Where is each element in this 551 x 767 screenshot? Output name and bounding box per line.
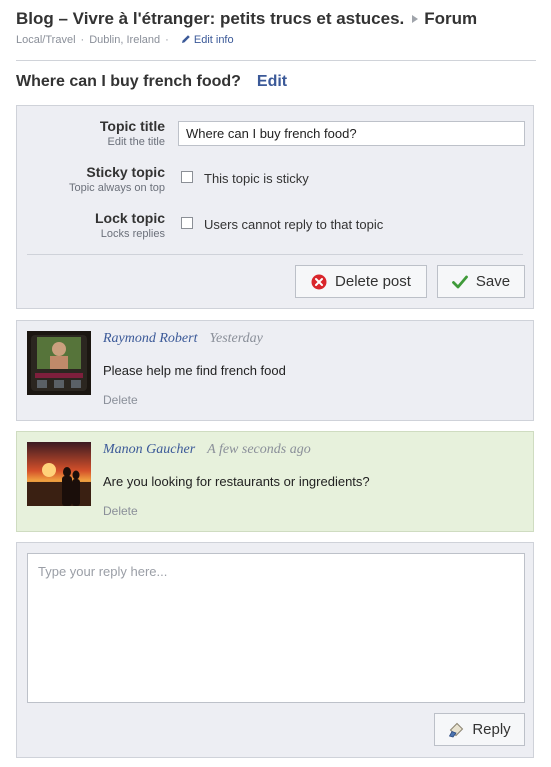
topic-heading: Where can I buy french food? Edit [16, 73, 287, 91]
post-author: Manon Gaucher A few seconds ago [103, 442, 311, 458]
panel-divider [27, 254, 523, 255]
sticky-checkbox[interactable] [181, 171, 193, 183]
post-message: Please help me find french food [103, 363, 286, 378]
edit-info-link[interactable]: Edit info [181, 34, 234, 46]
reply-icon [449, 722, 464, 737]
breadcrumb: Blog – Vivre à l'étranger: petits trucs … [16, 9, 536, 29]
reply-button[interactable]: Reply [434, 713, 525, 746]
author-link[interactable]: Raymond Robert [103, 331, 197, 346]
post-message: Are you looking for restaurants or ingre… [103, 474, 370, 489]
forum-post: Manon Gaucher A few seconds ago Are you l… [16, 431, 534, 532]
delete-post-link[interactable]: Delete [103, 504, 138, 518]
lock-checkbox-text: Users cannot reply to that topic [204, 217, 384, 232]
category-link[interactable]: Local/Travel [16, 34, 76, 46]
forum-post: Raymond Robert Yesterday Please help me f… [16, 320, 534, 421]
forum-link[interactable]: Forum [424, 9, 477, 28]
post-time: Yesterday [209, 331, 263, 346]
post-author: Raymond Robert Yesterday [103, 331, 263, 347]
edit-topic-link[interactable]: Edit [257, 73, 287, 90]
page-header: Blog – Vivre à l'étranger: petits trucs … [16, 9, 536, 46]
lock-topic-label: Lock topic Locks replies [94, 210, 165, 240]
location-link[interactable]: Dublin, Ireland [89, 34, 160, 46]
delete-post-button[interactable]: Delete post [295, 265, 427, 298]
topic-title-label: Topic title Edit the title [99, 118, 165, 148]
page-meta: Local/Travel · Dublin, Ireland · Edit info [16, 34, 234, 46]
avatar[interactable] [27, 331, 91, 395]
topic-title-input[interactable] [178, 121, 525, 146]
avatar[interactable] [27, 442, 91, 506]
blog-title-link[interactable]: Blog – Vivre à l'étranger: petits trucs … [16, 9, 404, 28]
check-icon [451, 275, 468, 288]
pencil-icon [181, 35, 190, 43]
post-time: A few seconds ago [207, 442, 311, 457]
topic-edit-panel: Topic title Edit the title Sticky topic … [16, 105, 534, 309]
breadcrumb-arrow-icon [412, 15, 419, 24]
sticky-checkbox-text: This topic is sticky [204, 171, 309, 186]
delete-post-link[interactable]: Delete [103, 393, 138, 407]
sticky-topic-label: Sticky topic Topic always on top [69, 164, 165, 194]
save-button[interactable]: Save [437, 265, 525, 298]
reply-panel: Reply [16, 542, 534, 758]
lock-checkbox[interactable] [181, 217, 193, 229]
author-link[interactable]: Manon Gaucher [103, 442, 195, 457]
topic-title: Where can I buy french food? [16, 73, 241, 90]
header-divider [16, 60, 536, 61]
reply-textarea[interactable] [27, 553, 525, 703]
delete-icon [311, 274, 327, 289]
